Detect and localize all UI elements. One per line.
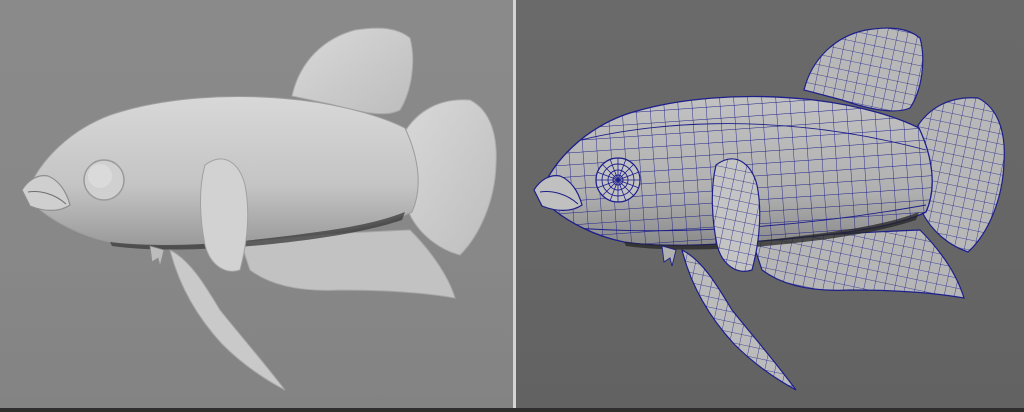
- fish-model-shaded[interactable]: [0, 0, 513, 408]
- viewport-right-wireframe[interactable]: [516, 0, 1024, 408]
- viewport-left-shaded[interactable]: [0, 0, 513, 408]
- eye-highlight: [88, 164, 112, 188]
- maya-workspace: [0, 0, 1024, 412]
- viewport-bottom-edge: [0, 408, 1024, 412]
- fish-model-wireframe[interactable]: [516, 0, 1024, 408]
- ventral-fins: [149, 245, 165, 267]
- eye: [595, 157, 641, 203]
- ventral-fins: [661, 245, 677, 267]
- pectoral-fin: [200, 158, 249, 272]
